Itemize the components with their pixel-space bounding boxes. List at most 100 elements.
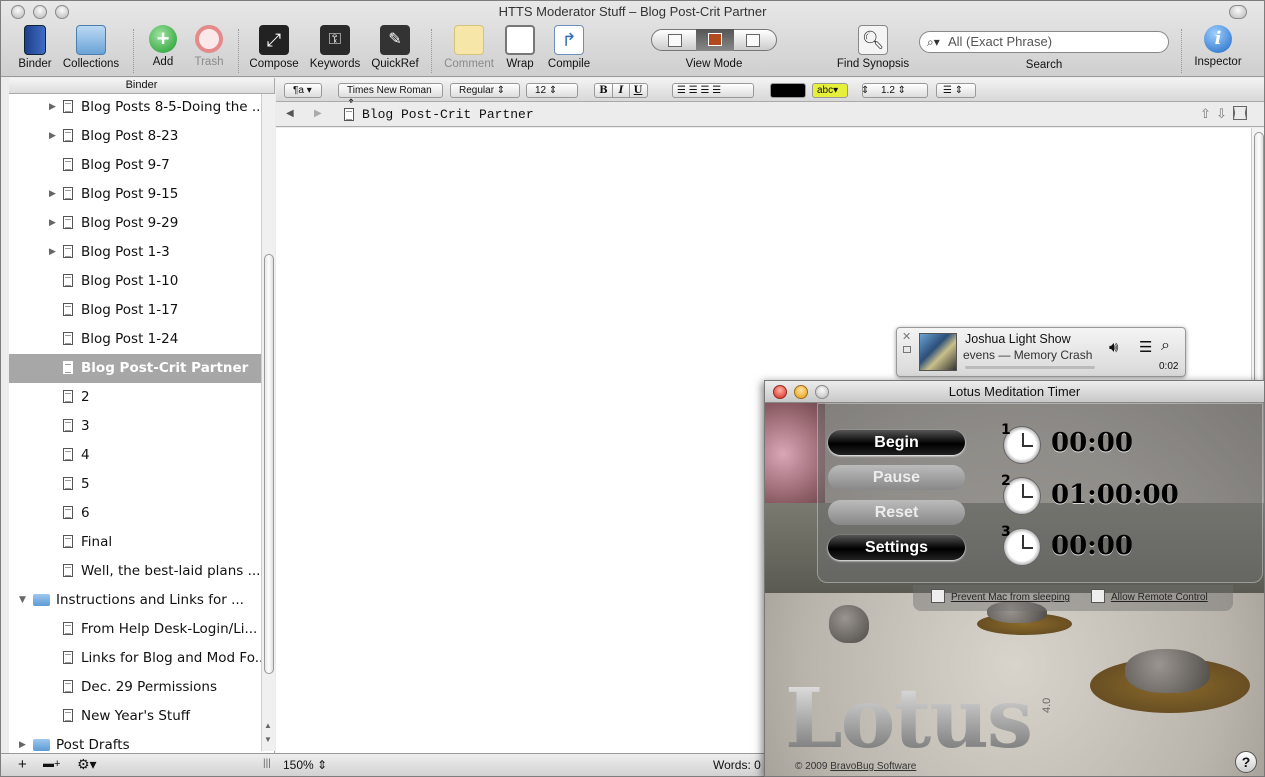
- next-document-arrow-icon[interactable]: ⇩: [1216, 106, 1227, 122]
- reset-button[interactable]: Reset: [828, 500, 965, 525]
- binder-scrollbar[interactable]: ▲ ▼: [261, 94, 275, 751]
- search-input[interactable]: ⌕▾ All (Exact Phrase): [919, 31, 1169, 53]
- document-view-icon[interactable]: [668, 34, 682, 47]
- disclosure-collapsed-icon[interactable]: ▶: [49, 238, 56, 267]
- binder-item[interactable]: 4: [9, 441, 261, 470]
- add-button[interactable]: + Add: [143, 25, 183, 68]
- document-title[interactable]: Blog Post-Crit Partner: [362, 107, 534, 122]
- trash-button[interactable]: Trash: [189, 25, 229, 68]
- view-mode-control[interactable]: View Mode: [651, 25, 777, 70]
- binder-item[interactable]: Dec. 29 Permissions: [9, 673, 261, 702]
- begin-button[interactable]: Begin: [828, 430, 965, 455]
- zoom-popup[interactable]: 150% ⇕: [283, 758, 327, 772]
- compile-button[interactable]: ↱ Compile: [543, 25, 595, 70]
- expand-icon[interactable]: [903, 346, 911, 353]
- align-center-icon[interactable]: ☰: [689, 85, 698, 96]
- comment-button[interactable]: Comment: [441, 25, 497, 70]
- binder-item[interactable]: Final: [9, 528, 261, 557]
- paragraph-style-popup[interactable]: ¶a ▾: [284, 83, 322, 98]
- search-icon[interactable]: ⌕: [1161, 337, 1170, 355]
- allow-remote-checkbox[interactable]: Allow Remote Control: [1091, 589, 1208, 603]
- inspector-button[interactable]: i Inspector: [1191, 25, 1245, 68]
- binder-item[interactable]: Blog Post 1-17: [9, 296, 261, 325]
- disclosure-collapsed-icon[interactable]: ▶: [49, 180, 56, 209]
- list-style-popup[interactable]: ☰ ⇕: [936, 83, 976, 98]
- back-arrow-icon[interactable]: ◀: [286, 108, 294, 119]
- keywords-button[interactable]: ⚿ Keywords: [307, 25, 363, 70]
- progress-track[interactable]: [965, 366, 1095, 369]
- binder-item[interactable]: 6: [9, 499, 261, 528]
- binder-item[interactable]: 2: [9, 383, 261, 412]
- pause-button[interactable]: Pause: [828, 465, 965, 490]
- highlight-color-well[interactable]: abc▾: [812, 83, 848, 98]
- outline-view-icon[interactable]: [746, 34, 760, 47]
- add-document-icon[interactable]: +: [18, 756, 27, 773]
- prevent-sleep-checkbox[interactable]: Prevent Mac from sleeping: [931, 589, 1070, 603]
- disclosure-collapsed-icon[interactable]: ▶: [49, 209, 56, 238]
- split-view-icon[interactable]: [1233, 106, 1247, 120]
- underline-button[interactable]: U: [629, 84, 646, 97]
- view-mode-segmented-control[interactable]: [651, 29, 777, 51]
- binder-item[interactable]: ▶ Blog Post 8-23: [9, 122, 261, 151]
- bold-button[interactable]: B: [595, 84, 612, 97]
- scroll-down-arrow-icon[interactable]: ▼: [264, 735, 272, 744]
- binder-item[interactable]: Well, the best-laid plans ...: [9, 557, 261, 586]
- binder-item[interactable]: ▶ Blog Post 1-3: [9, 238, 261, 267]
- binder-scroll-thumb[interactable]: [264, 254, 274, 674]
- timer-3-clock-icon[interactable]: 3: [1001, 524, 1041, 566]
- binder-item[interactable]: Blog Post-Crit Partner: [9, 354, 261, 383]
- corkboard-view-icon[interactable]: [696, 29, 734, 51]
- binder-button[interactable]: Binder: [15, 25, 55, 70]
- align-right-icon[interactable]: ☰: [701, 85, 710, 96]
- binder-item[interactable]: Blog Post 9-7: [9, 151, 261, 180]
- italic-button[interactable]: I: [612, 84, 629, 97]
- binder-item[interactable]: From Help Desk-Login/Li...: [9, 615, 261, 644]
- collections-button[interactable]: Collections: [59, 25, 123, 70]
- lotus-zoom-button[interactable]: [815, 385, 829, 399]
- compose-button[interactable]: ⤢ Compose: [247, 25, 301, 70]
- binder-item[interactable]: Blog Post 1-24: [9, 325, 261, 354]
- settings-button[interactable]: Settings: [828, 535, 965, 560]
- timer-2-clock-icon[interactable]: 2: [1001, 473, 1041, 515]
- binder-item[interactable]: New Year's Stuff: [9, 702, 261, 731]
- binder-item[interactable]: 5: [9, 470, 261, 499]
- disclosure-collapsed-icon[interactable]: ▶: [49, 93, 56, 122]
- toolbar-toggle-button[interactable]: [1229, 5, 1247, 19]
- disclosure-collapsed-icon[interactable]: ▶: [49, 122, 56, 151]
- align-left-icon[interactable]: ☰: [677, 85, 686, 96]
- lotus-minimize-button[interactable]: [794, 385, 808, 399]
- font-family-popup[interactable]: Times New Roman ⇕: [338, 83, 443, 109]
- justify-icon[interactable]: ☰: [712, 85, 721, 96]
- binder-item[interactable]: ▶ Blog Posts 8-5-Doing the ...: [9, 93, 261, 122]
- bravobug-link[interactable]: BravoBug Software: [830, 761, 916, 772]
- resize-handle-icon[interactable]: |||: [263, 758, 271, 769]
- add-folder-icon[interactable]: ▬+: [43, 758, 60, 770]
- binder-item[interactable]: Blog Post 1-10: [9, 267, 261, 296]
- font-size-popup[interactable]: 12 ⇕: [526, 83, 578, 98]
- line-spacing-popup[interactable]: ⇕ 1.2 ⇕: [861, 83, 928, 98]
- disclosure-expanded-icon[interactable]: ▼: [19, 586, 26, 615]
- lotus-close-button[interactable]: [773, 385, 787, 399]
- timer-1-clock-icon[interactable]: 1: [1001, 422, 1041, 464]
- help-button[interactable]: ?: [1235, 751, 1257, 773]
- binder-item[interactable]: Links for Blog and Mod Fo...: [9, 644, 261, 673]
- scroll-up-arrow-icon[interactable]: ▲: [264, 721, 272, 730]
- binder-item[interactable]: ▼ Instructions and Links for ...: [9, 586, 261, 615]
- text-color-well[interactable]: [770, 83, 806, 98]
- quickref-button[interactable]: ✎ QuickRef: [369, 25, 421, 70]
- close-icon[interactable]: ✕: [902, 330, 911, 343]
- wrap-button[interactable]: Wrap: [501, 25, 539, 70]
- gear-icon[interactable]: ⚙▾: [77, 756, 97, 773]
- close-window-button[interactable]: [11, 5, 25, 19]
- zoom-window-button[interactable]: [55, 5, 69, 19]
- forward-arrow-icon[interactable]: ▶: [314, 108, 322, 119]
- binder-item[interactable]: ▶ Blog Post 9-29: [9, 209, 261, 238]
- binder-item[interactable]: 3: [9, 412, 261, 441]
- font-style-popup[interactable]: Regular ⇕: [450, 83, 520, 98]
- minimize-window-button[interactable]: [33, 5, 47, 19]
- prev-document-arrow-icon[interactable]: ⇧: [1200, 106, 1211, 122]
- playlist-icon[interactable]: ☰: [1139, 338, 1152, 356]
- binder-item[interactable]: ▶ Blog Post 9-15: [9, 180, 261, 209]
- volume-icon[interactable]: 🔊︎: [1109, 339, 1118, 356]
- find-synopsis-button[interactable]: 🔍︎ Find Synopsis: [833, 25, 913, 70]
